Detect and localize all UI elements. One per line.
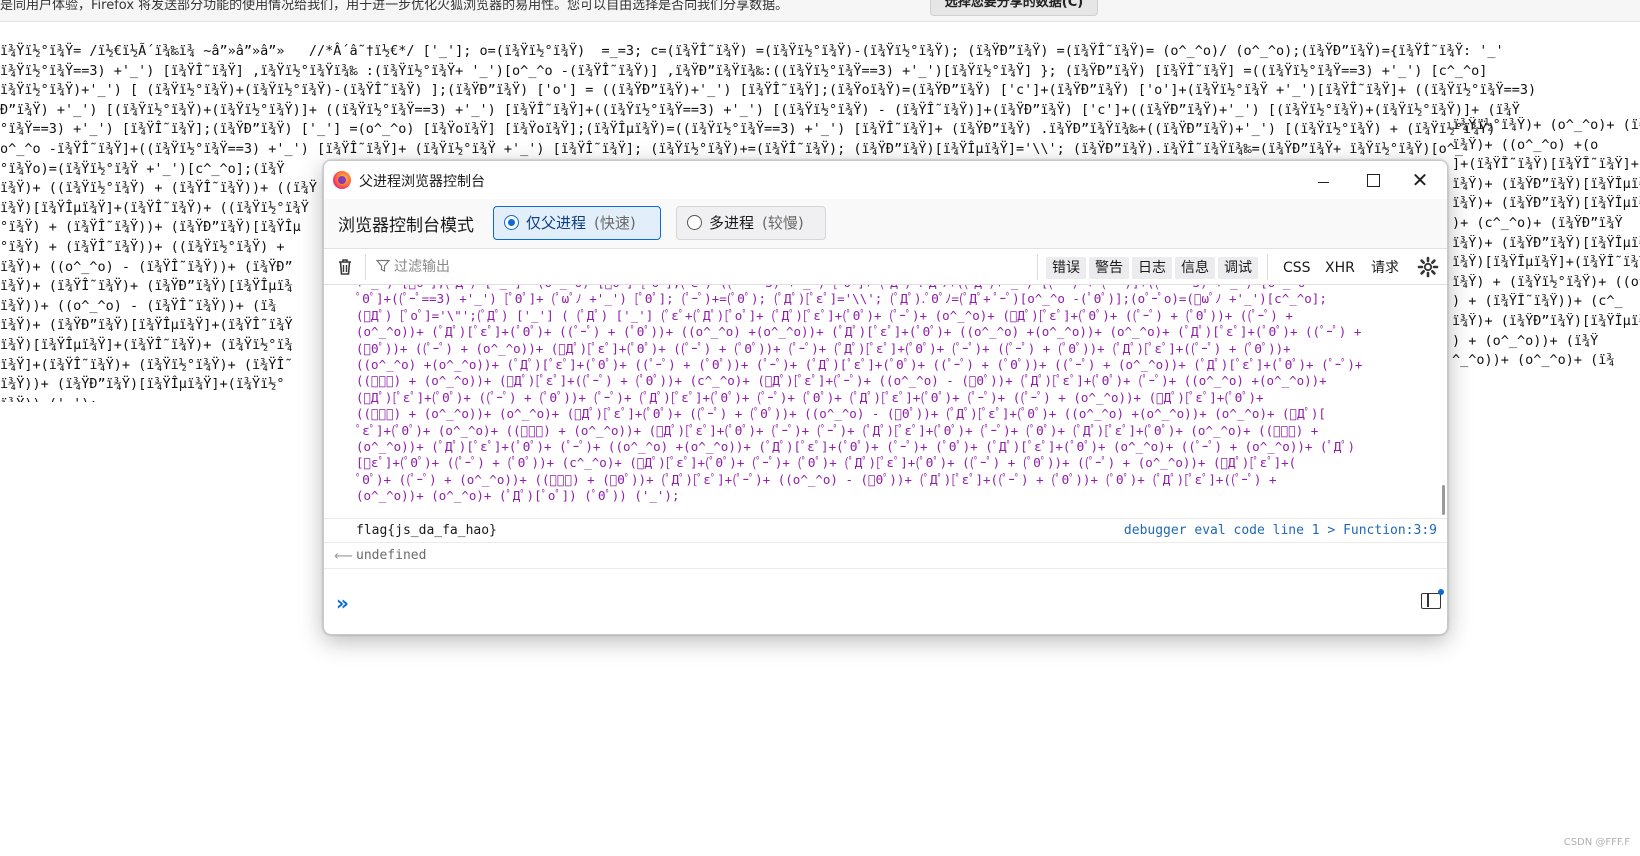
window-titlebar[interactable]: 父进程浏览器控制台 ✕ bbox=[324, 161, 1447, 199]
console-code-line: (o^_^o))+ (o^_^o)+ (ﾟДﾟ)[ﾟoﾟ]) (ﾟΘﾟ)) ('… bbox=[356, 488, 680, 504]
close-button[interactable]: ✕ bbox=[1396, 165, 1444, 195]
filter-xhr-button[interactable]: XHR bbox=[1319, 257, 1361, 279]
mode-multiprocess-label: 多进程 bbox=[709, 214, 755, 232]
console-message: flag{js_da_fa_hao} bbox=[356, 523, 497, 538]
source-code-line-fragment: ï¾Ÿï½°ï¾Ÿ)+ (o^_^o)+ (ï¾ bbox=[1452, 117, 1640, 133]
console-code-line: ﾟεﾟ]+(ﾟΘﾟ)+ (o^_^o)+ ((ﾟｰﾟ) + (o^_^o))+ … bbox=[356, 422, 1319, 438]
share-data-button[interactable]: 选择您要分享的数据(C) bbox=[930, 0, 1098, 16]
filter-warnings-button[interactable]: 警告 bbox=[1089, 257, 1129, 279]
source-code-line-fragment: )+ (c^_^o)+ (ï¾ŸÐ”ï¾Ÿ bbox=[1452, 215, 1623, 231]
firefox-logo-icon bbox=[333, 171, 351, 189]
radio-unselected-icon bbox=[687, 215, 702, 230]
mode-parent-only[interactable]: 仅父进程 (快速) bbox=[493, 206, 661, 240]
message-source-link[interactable]: debugger eval code line 1 > Function:3:9 bbox=[1124, 523, 1437, 538]
mode-multiprocess-hint: (较慢) bbox=[762, 214, 804, 232]
source-code-line-fragment: ï¾Ÿ)+ (ï¾ŸÐ”ï¾Ÿ)[ï¾ŸÎµï¾Ÿ]+ bbox=[1452, 175, 1640, 192]
console-code-line: (o^_^o))+ (ﾟДﾟ)[ﾟεﾟ]+(ﾟΘﾟ)+ ((ﾟｰﾟ) + (ﾟΘ… bbox=[356, 324, 1362, 340]
toolbar-divider bbox=[365, 254, 366, 280]
mode-parent-only-hint: (快速) bbox=[594, 214, 636, 232]
console-output: +'_') [ﾟΘﾟ];(ﾟДﾟ) ['_'] =(o^_^o) [ﾟoﾟ] [… bbox=[324, 285, 1447, 585]
filter-icon bbox=[376, 259, 390, 272]
radio-selected-icon bbox=[504, 215, 519, 230]
console-code-echo: +'_') [ﾟΘﾟ];(ﾟДﾟ) ['_'] =(o^_^o) [ﾟoﾟ] [… bbox=[356, 285, 1401, 520]
output-scrollbar[interactable] bbox=[1442, 285, 1446, 520]
source-code-line: ï¾Ÿï½°ï¾Ÿ= /ï½€ï½Ã´ï¾‰ï¾ ~â”»â”»â”» //*Â… bbox=[0, 43, 1504, 59]
console-code-line: ((ﾟｰﾟ) + (o^_^o))+ (ﾟДﾟ)[ﾟεﾟ]+((ﾟｰﾟ) + (… bbox=[356, 373, 1327, 389]
editor-mode-toggle-icon[interactable] bbox=[1421, 589, 1444, 609]
window-title: 父进程浏览器控制台 bbox=[359, 174, 485, 190]
source-code-line: ï¾Ÿï½°ï¾Ÿ==3) +'_') [ï¾ŸÎ˜ï¾Ÿ] ,ï¾Ÿï½°ï¾… bbox=[0, 62, 1488, 79]
minimize-button[interactable] bbox=[1299, 165, 1347, 195]
console-return-row: ⟵ undefined bbox=[324, 543, 1447, 569]
return-arrow-icon: ⟵ bbox=[334, 549, 353, 564]
console-message-row: flag{js_da_fa_hao} debugger eval code li… bbox=[324, 518, 1447, 543]
trash-icon[interactable] bbox=[334, 256, 356, 278]
console-code-line: (o^_^o))+ (ﾟДﾟ)[ﾟεﾟ]+(ﾟΘﾟ)+ (ﾟｰﾟ)+ ((o^_… bbox=[356, 439, 1355, 455]
source-code-line-fragment: ) + (ï¾ŸÎ˜ï¾Ÿ))+ (c^_ bbox=[1452, 293, 1623, 310]
source-code-line: Ð”ï¾Ÿ) +'_') [(ï¾Ÿï½°ï¾Ÿ)+(ï¾Ÿï½°ï¾Ÿ)]+ … bbox=[0, 101, 1520, 118]
console-toolbar: 错误 警告 日志 信息 调试 CSS XHR 请求 bbox=[324, 249, 1447, 285]
notification-bar: 是同用户体验，Firefox 将发送部分功能的使用情况给我们，用于进一步优化火狐… bbox=[0, 0, 1640, 22]
mode-multiprocess[interactable]: 多进程 (较慢) bbox=[676, 206, 826, 240]
return-value: undefined bbox=[356, 548, 427, 563]
console-code-line: ﾟΘﾟ)+ ((ﾟｰﾟ) + (o^_^o))+ ((ﾟｰﾟ) + (ﾟΘﾟ))… bbox=[356, 471, 1277, 487]
watermark: CSDN @FFF.F bbox=[1563, 837, 1630, 848]
source-code-line-fragment: ^_^o))+ (o^_^o)+ (ï¾ bbox=[1452, 352, 1615, 369]
console-code-line: (ﾟΘﾟ))+ ((ﾟｰﾟ) + (o^_^o))+ (ﾟДﾟ)[ﾟεﾟ]+(ﾟ… bbox=[356, 340, 1291, 356]
filter-errors-button[interactable]: 错误 bbox=[1046, 257, 1086, 279]
notification-text: 是同用户体验，Firefox 将发送部分功能的使用情况给我们，用于进一步优化火狐… bbox=[0, 0, 789, 13]
filter-logs-button[interactable]: 日志 bbox=[1132, 257, 1172, 279]
console-code-line: ﾟΘﾟ]+((ﾟｰﾟ==3) +'_') [ﾟΘﾟ]+ (ﾟωﾟﾉ +'_') … bbox=[356, 291, 1327, 307]
console-mode-bar: 浏览器控制台模式 仅父进程 (快速) 多进程 (较慢) bbox=[324, 199, 1447, 249]
mode-parent-only-label: 仅父进程 bbox=[526, 214, 587, 232]
filter-debug-button[interactable]: 调试 bbox=[1218, 257, 1258, 279]
filter-output-input[interactable] bbox=[394, 255, 994, 279]
source-code-line-fragment: ]+(ï¾ŸÎ˜ï¾Ÿ)[ï¾ŸÎ˜ï¾Ÿ]+(ï¾ŸÎ˜ï¾Ÿ bbox=[1452, 156, 1640, 173]
source-code-line-fragment: ï¾Ÿ)+ (ï¾ŸÐ”ï¾Ÿ)[ï¾ŸÎµï¾Ÿ bbox=[1452, 195, 1640, 212]
source-code-line-fragment: ï¾Ÿ)+ ((o^_^o) +(o bbox=[1452, 136, 1599, 153]
gear-icon[interactable] bbox=[1417, 256, 1439, 278]
source-code-line-fragment: ï¾Ÿ) + (ï¾Ÿï½°ï¾Ÿ)+ ((o^_ bbox=[1452, 273, 1640, 290]
mode-label: 浏览器控制台模式 bbox=[338, 216, 474, 236]
console-code-line: (ﾟДﾟ)[ﾟεﾟ]+(ﾟΘﾟ)+ ((ﾟｰﾟ) + (ﾟΘﾟ))+ (ﾟｰﾟ)… bbox=[356, 389, 1264, 405]
source-code-line-fragment: ï¾Ÿ)[ï¾ŸÎµï¾Ÿ]+(ï¾ŸÎ˜ï¾Ÿ bbox=[1452, 254, 1640, 271]
prompt-chevron-icon: » bbox=[336, 591, 349, 615]
browser-console-window: 父进程浏览器控制台 ✕ 浏览器控制台模式 仅父进程 (快速) 多进程 (较慢) 错误… bbox=[323, 160, 1448, 635]
toolbar-divider bbox=[1267, 254, 1268, 280]
filter-css-button[interactable]: CSS bbox=[1277, 257, 1317, 279]
console-input-row[interactable]: » bbox=[324, 585, 1447, 623]
toolbar-divider bbox=[1037, 254, 1038, 280]
source-code-line-fragment: ) + (o^_^o))+ (ï¾Ÿ bbox=[1452, 332, 1599, 349]
filter-info-button[interactable]: 信息 bbox=[1175, 257, 1215, 279]
maximize-button[interactable] bbox=[1348, 165, 1396, 195]
source-code-line: o^_^o -ï¾ŸÎ˜ï¾Ÿ]+((ï¾Ÿï½°ï¾Ÿ==3) +'_') [… bbox=[0, 140, 1463, 157]
console-code-line: ((o^_^o) +(o^_^o))+ (ﾟДﾟ)[ﾟεﾟ]+(ﾟΘﾟ)+ ((… bbox=[356, 357, 1363, 373]
console-code-line: ((ﾟｰﾟ) + (o^_^o))+ (o^_^o)+ (ﾟДﾟ)[ﾟεﾟ]+(… bbox=[356, 406, 1326, 422]
filter-requests-button[interactable]: 请求 bbox=[1365, 257, 1405, 279]
source-code-line: °ï¾Ÿ==3) +'_') [ï¾ŸÎ˜ï¾Ÿ];(ï¾ŸÐ”ï¾Ÿ) ['_… bbox=[0, 121, 1496, 138]
source-code-line: ï¾Ÿï½°ï¾Ÿ)+'_') [ (ï¾Ÿï½°ï¾Ÿ)+(ï¾Ÿï½°ï¾Ÿ… bbox=[0, 82, 1537, 99]
source-code-line-fragment: ï¾Ÿ)+ (ï¾ŸÐ”ï¾Ÿ)[ï¾ŸÎµï¾Ÿ]+(ï¾ bbox=[1452, 313, 1640, 329]
source-code-line-fragment: ï¾Ÿ)+ (ï¾ŸÐ”ï¾Ÿ)[ï¾ŸÎµï¾Ÿ bbox=[1452, 234, 1640, 251]
console-code-line: (ﾟДﾟ) [ﾟoﾟ]='\"';(ﾟДﾟ) ['_'] ( (ﾟДﾟ) ['_… bbox=[356, 307, 1293, 323]
console-code-line: [ﾟεﾟ]+(ﾟΘﾟ)+ ((ﾟｰﾟ) + (ﾟΘﾟ))+ (c^_^o)+ (… bbox=[356, 455, 1297, 471]
